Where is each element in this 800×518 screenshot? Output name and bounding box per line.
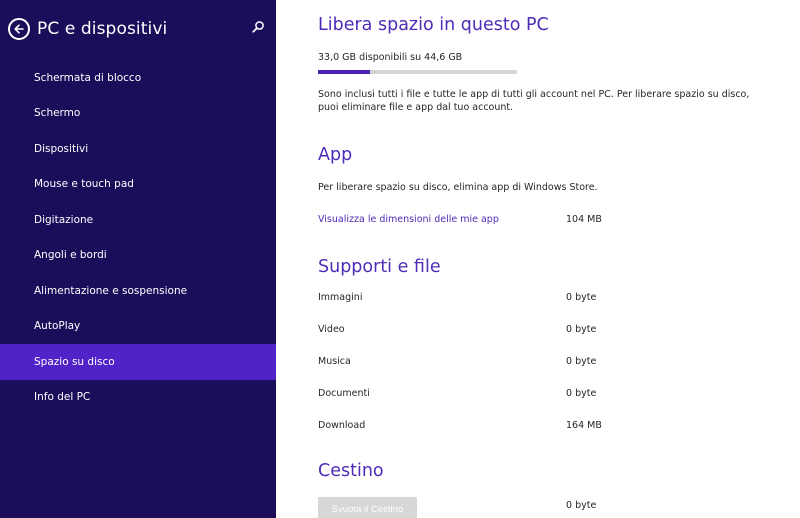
sidebar-item-label: Mouse e touch pad (34, 178, 134, 191)
sidebar-item-label: Schermo (34, 107, 81, 120)
storage-progress-bar (318, 70, 517, 74)
media-row-value: 0 byte (566, 292, 597, 303)
media-row-value: 0 byte (566, 356, 597, 367)
apps-size-value: 104 MB (566, 214, 602, 225)
sidebar-header: PC e dispositivi (8, 16, 167, 42)
sidebar-title: PC e dispositivi (37, 19, 168, 39)
sidebar-item-devices[interactable]: Dispositivi (0, 131, 276, 167)
sidebar-item-label: Spazio su disco (34, 355, 115, 368)
sidebar-item-typing[interactable]: Digitazione (0, 202, 276, 238)
sidebar-item-power-sleep[interactable]: Alimentazione e sospensione (0, 273, 276, 309)
empty-recycle-bin-button[interactable]: Svuota il Cestino (318, 497, 417, 518)
storage-available-text: 33,0 GB disponibili su 44,6 GB (318, 52, 463, 63)
media-row-label: Video (318, 324, 345, 335)
media-row-label: Immagini (318, 292, 363, 303)
sidebar-item-mouse-touchpad[interactable]: Mouse e touch pad (0, 167, 276, 203)
view-app-sizes-link[interactable]: Visualizza le dimensioni delle mie app (318, 214, 499, 225)
sidebar-item-pc-info[interactable]: Info del PC (0, 380, 276, 416)
storage-progress-fill (318, 70, 370, 74)
sidebar: PC e dispositivi Schermata di blocco Sch… (0, 0, 276, 518)
sidebar-item-corners-edges[interactable]: Angoli e bordi (0, 238, 276, 274)
media-row-value: 0 byte (566, 388, 597, 399)
sidebar-item-label: Schermata di blocco (34, 71, 142, 84)
sidebar-item-label: Alimentazione e sospensione (34, 284, 188, 297)
main-content: Libera spazio in questo PC 33,0 GB dispo… (318, 0, 788, 518)
media-row-label: Documenti (318, 388, 370, 399)
section-title-app: App (318, 145, 353, 165)
sidebar-item-lock-screen[interactable]: Schermata di blocco (0, 60, 276, 96)
app-section-text: Per liberare spazio su disco, elimina ap… (318, 182, 598, 193)
media-row-value: 164 MB (566, 420, 602, 431)
sidebar-item-label: Digitazione (34, 213, 94, 226)
sidebar-item-autoplay[interactable]: AutoPlay (0, 309, 276, 345)
media-row-label: Musica (318, 356, 351, 367)
page-title: Libera spazio in questo PC (318, 15, 549, 35)
recycle-bin-size-value: 0 byte (566, 500, 597, 511)
sidebar-item-label: Dispositivi (34, 142, 89, 155)
storage-description: Sono inclusi tutti i file e tutte le app… (318, 89, 750, 113)
section-title-media-files: Supporti e file (318, 257, 441, 277)
media-row-label: Download (318, 420, 366, 431)
sidebar-item-display[interactable]: Schermo (0, 96, 276, 132)
search-icon[interactable] (250, 19, 266, 35)
sidebar-item-disk-space[interactable]: Spazio su disco (0, 344, 276, 380)
sidebar-item-label: AutoPlay (34, 320, 81, 333)
section-title-recycle-bin: Cestino (318, 461, 384, 481)
sidebar-item-label: Info del PC (34, 391, 91, 404)
sidebar-nav: Schermata di blocco Schermo Dispositivi … (0, 60, 276, 415)
media-row-value: 0 byte (566, 324, 597, 335)
back-arrow-icon[interactable] (8, 18, 30, 40)
sidebar-item-label: Angoli e bordi (34, 249, 107, 262)
